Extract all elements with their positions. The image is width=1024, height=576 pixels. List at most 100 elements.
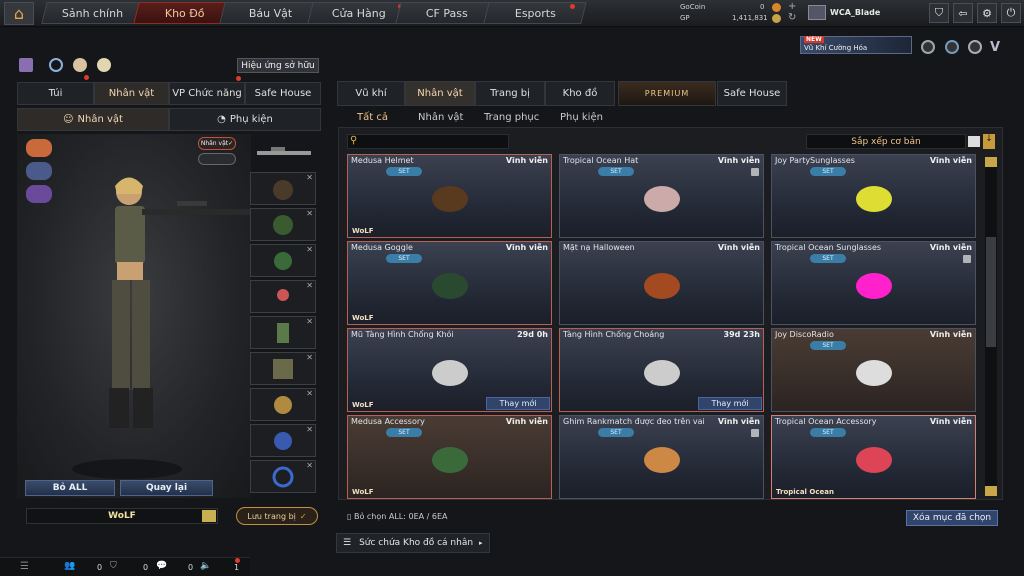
scroll-up-icon[interactable] xyxy=(985,157,997,167)
subtab-tat-ca[interactable]: Tất cả xyxy=(357,112,388,123)
item-card[interactable]: Tàng Hình Chống Choáng 39d 23h Thay mới xyxy=(559,328,764,412)
clan-shield-icon[interactable]: ⛉ xyxy=(110,561,117,571)
item-card[interactable]: Medusa Goggle Vĩnh viễn SET WoLF xyxy=(347,241,552,325)
shield-icon[interactable]: ⛉ xyxy=(929,3,949,23)
trash-icon[interactable] xyxy=(751,168,759,176)
equip-slot[interactable]: ✕ xyxy=(250,460,316,493)
sort-dropdown[interactable]: Sắp xếp cơ bản xyxy=(806,134,966,149)
search-input[interactable]: ⚲ xyxy=(347,134,509,149)
list-icon[interactable] xyxy=(202,510,216,522)
item-card[interactable]: Mũ Tàng Hình Chống Khói 29d 0h WoLF Thay mớ… xyxy=(347,328,552,412)
remove-icon[interactable]: ✕ xyxy=(306,461,313,470)
subtab-phu-kien[interactable]: Phụ kiện xyxy=(560,112,603,123)
speaker-icon[interactable]: 🔈 xyxy=(200,561,211,571)
equip-slot[interactable]: ✕ xyxy=(250,280,316,313)
equip-slot[interactable]: ✕ xyxy=(250,388,316,421)
item-card[interactable]: Mặt nạ Halloween Vĩnh viễn xyxy=(559,241,764,325)
item-owner: WoLF xyxy=(352,401,374,409)
power-icon[interactable]: ⏻ xyxy=(1001,3,1021,23)
scroll-down-icon[interactable] xyxy=(985,486,997,496)
equip-slot[interactable]: ✕ xyxy=(250,316,316,349)
item-card[interactable]: Tropical Ocean Hat Vĩnh viễn SET xyxy=(559,154,764,238)
exit-icon[interactable]: ⇦ xyxy=(953,3,973,23)
item-card[interactable]: Medusa Helmet Vĩnh viễn SET WoLF xyxy=(347,154,552,238)
selection-text: Bỏ chọn ALL: 0EA / 6EA xyxy=(353,512,448,521)
menu-icon[interactable]: ☰ xyxy=(20,561,29,572)
character-toggle[interactable]: Nhân vật ✓ xyxy=(198,137,236,150)
gear-icon[interactable]: ⚙ xyxy=(977,3,997,23)
rifle-icon xyxy=(257,147,311,155)
item-card[interactable]: Medusa Accessory Vĩnh viễn SET WoLF xyxy=(347,415,552,499)
tab-nhan-vat[interactable]: Nhân vật xyxy=(94,82,169,105)
vip-icon[interactable]: V xyxy=(990,40,1000,55)
clear-selected-button[interactable]: Xóa mục đã chọn xyxy=(906,510,998,526)
settings-wheel-icon[interactable] xyxy=(968,40,982,54)
subtab-nhan-vat[interactable]: Nhân vật xyxy=(418,112,463,123)
capacity-button[interactable]: ☰ Sức chứa Kho đồ cá nhân ▸ xyxy=(336,533,490,553)
subtab-nhan-vat[interactable]: ☺ Nhân vật xyxy=(17,108,169,131)
remove-icon[interactable]: ✕ xyxy=(306,209,313,218)
bag-icon[interactable] xyxy=(97,58,111,72)
renew-button[interactable]: Thay mới xyxy=(486,397,550,410)
equip-slot[interactable]: ✕ xyxy=(250,352,316,385)
friends-icon[interactable]: 👥 xyxy=(64,561,75,571)
skin-slot-icon[interactable] xyxy=(26,162,52,180)
remove-icon[interactable]: ✕ xyxy=(306,353,313,362)
tab-sanh-chinh[interactable]: Sảnh chính xyxy=(41,2,145,24)
skin-slot-icon[interactable] xyxy=(26,185,52,203)
tab-safe-house[interactable]: Safe House xyxy=(717,81,787,106)
remove-icon[interactable]: ✕ xyxy=(306,173,313,182)
item-name: Tropical Ocean Accessory xyxy=(775,417,877,426)
subtab-trang-phuc[interactable]: Trang phục xyxy=(484,112,539,123)
toggle-label: Nhân vật xyxy=(200,140,229,147)
tab-kho-do[interactable]: Kho đồ xyxy=(545,81,615,106)
visibility-toggle[interactable] xyxy=(198,153,236,165)
add-icon[interactable]: + xyxy=(788,1,796,12)
trash-icon[interactable] xyxy=(963,255,971,263)
remove-icon[interactable]: ✕ xyxy=(306,245,313,254)
tab-vu-khi[interactable]: Vũ khí xyxy=(337,81,405,106)
gift-icon[interactable] xyxy=(19,58,33,72)
renew-button[interactable]: Thay mới xyxy=(698,397,762,410)
tab-trang-bi[interactable]: Trang bị xyxy=(475,81,545,106)
weapon-slot[interactable] xyxy=(251,137,317,169)
tab-tui[interactable]: Túi xyxy=(17,82,94,105)
trash-icon[interactable] xyxy=(751,429,759,437)
tab-nhan-vat[interactable]: Nhân vật xyxy=(405,81,475,106)
sort-arrow-icon[interactable]: ↓ xyxy=(983,134,995,149)
remove-icon[interactable]: ✕ xyxy=(306,389,313,398)
item-card[interactable]: Tropical Ocean Sunglasses Vĩnh viễn SET xyxy=(771,241,976,325)
home-icon[interactable]: ⌂ xyxy=(4,2,34,25)
item-card[interactable]: Joy DiscoRadio Vĩnh viễn SET xyxy=(771,328,976,412)
item-card[interactable]: Tropical Ocean Accessory Vĩnh viễn SET Trop… xyxy=(771,415,976,499)
skin-slot-icon[interactable] xyxy=(26,139,52,157)
promo-banner[interactable]: NEW Vũ Khí Cường Hóa xyxy=(800,36,912,54)
equip-slot[interactable]: ✕ xyxy=(250,208,316,241)
event-icon[interactable] xyxy=(921,40,935,54)
bo-all-button[interactable]: Bỏ ALL xyxy=(25,480,115,496)
tab-premium[interactable]: PREMIUM xyxy=(618,81,716,106)
remove-icon[interactable]: ✕ xyxy=(306,281,313,290)
tab-safe-house[interactable]: Safe House xyxy=(245,82,321,105)
equip-slot[interactable]: ✕ xyxy=(250,424,316,457)
item-card[interactable]: Ghim Rankmatch được đeo trên vai Vĩnh viễ… xyxy=(559,415,764,499)
quay-lai-button[interactable]: Quay lại xyxy=(120,480,213,496)
remove-icon[interactable]: ✕ xyxy=(306,425,313,434)
chat-icon[interactable]: 💬 xyxy=(156,561,167,571)
list-icon[interactable] xyxy=(968,136,980,147)
item-card[interactable]: Joy PartySunglasses Vĩnh viễn SET xyxy=(771,154,976,238)
scrollbar[interactable] xyxy=(985,157,997,496)
rotate-icon[interactable] xyxy=(49,58,63,72)
clan-name-field[interactable]: WoLF xyxy=(26,508,218,524)
users-icon[interactable] xyxy=(73,58,87,72)
tab-vp-chuc-nang[interactable]: VP Chức năng xyxy=(169,82,245,105)
globe-icon[interactable] xyxy=(945,40,959,54)
save-equipment-button[interactable]: Lưu trang bị ✓ xyxy=(236,507,318,525)
ownership-effect-button[interactable]: Hiệu ứng sở hữu xyxy=(237,58,319,73)
equip-slot[interactable]: ✕ xyxy=(250,172,316,205)
equip-slot[interactable]: ✕ xyxy=(250,244,316,277)
refresh-icon[interactable]: ↻ xyxy=(788,12,796,23)
remove-icon[interactable]: ✕ xyxy=(306,317,313,326)
scroll-thumb[interactable] xyxy=(986,237,996,347)
subtab-phu-kien[interactable]: ◔ Phụ kiện xyxy=(169,108,321,131)
